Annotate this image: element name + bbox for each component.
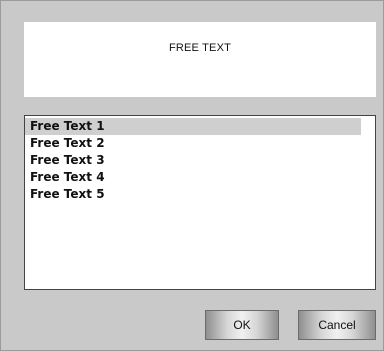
list-item[interactable]: Free Text 2 — [25, 135, 375, 152]
list-item[interactable]: Free Text 3 — [25, 152, 375, 169]
dialog: FREE TEXT Free Text 1 Free Text 2 Free T… — [0, 0, 384, 351]
list-item[interactable]: Free Text 5 — [25, 186, 375, 203]
header-title: FREE TEXT — [168, 41, 232, 54]
ok-button[interactable]: OK — [205, 310, 279, 340]
list-item[interactable]: Free Text 4 — [25, 169, 375, 186]
header-panel: FREE TEXT — [24, 22, 376, 97]
list-item[interactable]: Free Text 1 — [25, 118, 361, 135]
list-box[interactable]: Free Text 1 Free Text 2 Free Text 3 Free… — [24, 115, 376, 290]
list-items: Free Text 1 Free Text 2 Free Text 3 Free… — [25, 116, 375, 203]
cancel-button[interactable]: Cancel — [298, 310, 376, 340]
